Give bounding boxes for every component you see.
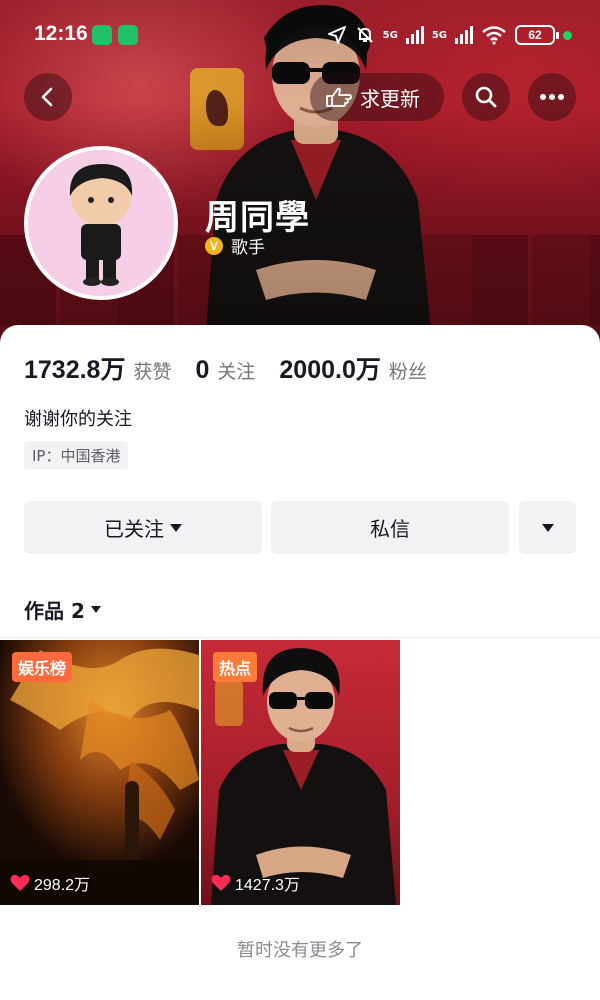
bio-text: 谢谢你的关注 (24, 409, 132, 430)
privacy-dot-icon (563, 30, 572, 40)
signal-2-icon (455, 26, 473, 44)
avatar[interactable] (24, 146, 178, 300)
location-icon (327, 26, 346, 44)
stat-following-label: 关注 (217, 361, 256, 383)
status-right-group: 5G 5G 62 (327, 22, 572, 48)
pointing-hand-icon (326, 87, 352, 107)
tile-likes: 1427.3万 (211, 871, 300, 895)
caret-down-icon (541, 523, 554, 532)
tile-badge: 娱乐榜 (12, 652, 73, 682)
tile-likes-count: 298.2万 (34, 877, 91, 894)
end-of-list-text: 暂时没有更多了 (237, 940, 363, 961)
request-update-button[interactable]: 求更新 (310, 73, 444, 121)
caret-down-icon (90, 606, 101, 613)
tile-badge: 热点 (213, 652, 258, 682)
more-dots-icon (540, 94, 564, 100)
recommend-dropdown-button[interactable] (519, 501, 576, 554)
chevron-left-icon (41, 87, 53, 107)
following-label: 已关注 (104, 517, 164, 541)
signal-1-icon (405, 26, 424, 44)
heart-icon (211, 874, 231, 891)
role-label: 歌手 (231, 238, 265, 258)
wechat-notification-icon (118, 25, 138, 45)
mute-bell-icon (356, 27, 373, 43)
caret-down-icon (170, 523, 182, 532)
profile-content: 1732.8万 获赞 0 关注 2000.0万 粉丝 谢谢你的关注 IP：中国香… (0, 325, 600, 1000)
following-button[interactable]: 已关注 (24, 501, 262, 554)
stat-likes[interactable]: 1732.8万 获赞 (24, 350, 171, 386)
message-button[interactable]: 私信 (271, 501, 509, 554)
stat-likes-label: 获赞 (133, 361, 172, 383)
tile-likes-count: 1427.3万 (235, 877, 300, 894)
network-type-1: 5G (382, 29, 398, 41)
avatar-cartoon-figure (28, 150, 174, 296)
status-time: 12:16 (34, 22, 88, 45)
back-button[interactable] (24, 73, 72, 121)
search-button[interactable] (462, 73, 510, 121)
tile-likes: 298.2万 (10, 871, 90, 895)
message-label: 私信 (370, 517, 410, 541)
status-bar: 12:16 5G 5G 62 (0, 0, 600, 70)
works-tab[interactable]: 作品 2 (24, 595, 101, 624)
heart-icon (10, 874, 30, 891)
stat-likes-value: 1732.8万 (24, 356, 126, 384)
network-type-2: 5G (431, 29, 447, 41)
stat-followers-label: 粉丝 (388, 361, 427, 383)
video-tile[interactable]: 热点 1427.3万 (201, 640, 400, 905)
more-options-button[interactable] (528, 73, 576, 121)
video-tile[interactable]: 娱乐榜 298.2万 (0, 640, 199, 905)
wifi-icon (482, 26, 506, 45)
stat-following[interactable]: 0 关注 (195, 356, 255, 385)
stat-followers-value: 2000.0万 (279, 356, 381, 384)
stats-row: 1732.8万 获赞 0 关注 2000.0万 粉丝 (24, 350, 451, 386)
request-update-label: 求更新 (360, 86, 420, 111)
stat-following-value: 0 (195, 356, 210, 384)
search-icon (475, 86, 497, 108)
stat-followers[interactable]: 2000.0万 粉丝 (279, 350, 426, 386)
works-label: 作品 2 (24, 599, 85, 623)
ip-location-tag: IP：中国香港 (24, 441, 129, 469)
battery-indicator: 62 (515, 25, 559, 45)
app-notification-icon (92, 25, 112, 45)
display-name: 周同學 (205, 198, 310, 238)
role-row: V 歌手 (205, 233, 265, 258)
verified-badge-icon: V (205, 236, 223, 255)
divider (0, 637, 600, 638)
